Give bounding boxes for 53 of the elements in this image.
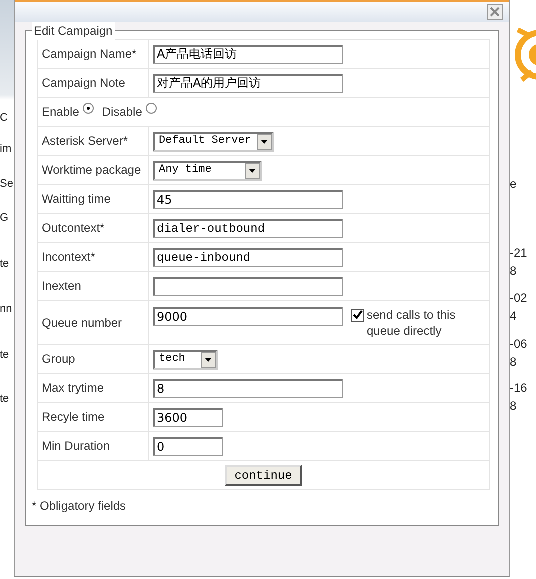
input-field[interactable]: 8 — [153, 378, 343, 398]
background-text: C — [0, 111, 8, 126]
background-text: te — [0, 257, 10, 272]
background-text: -16 — [510, 380, 528, 396]
background-text: G — [0, 211, 9, 226]
footnote-text: * Obligatory fields — [32, 498, 128, 515]
legend-title: Edit Campaign — [32, 22, 115, 40]
field-label: Group — [42, 352, 76, 366]
field-label: Asterisk Server* — [42, 134, 128, 148]
field-label: Worktime package — [42, 163, 142, 177]
background-text: e — [510, 176, 517, 192]
checkbox[interactable] — [351, 308, 364, 322]
background-text: -06 — [510, 336, 528, 352]
input-field[interactable]: queue-inbound — [153, 248, 343, 266]
background-text: -21 — [510, 245, 528, 261]
background-text: 8 — [510, 398, 517, 414]
dropdown[interactable]: tech — [153, 350, 218, 370]
input-field[interactable]: dialer-outbound — [153, 218, 343, 238]
background-text: Se — [0, 177, 14, 192]
radio-button[interactable] — [146, 103, 158, 114]
radio-button[interactable] — [83, 103, 94, 114]
field-label: Campaign Name* — [42, 47, 137, 61]
background-text: -02 — [510, 290, 528, 306]
radio-label: Enable — [42, 105, 80, 119]
background-text: 4 — [510, 308, 517, 324]
input-field[interactable]: 对产品A的用户回访 — [153, 74, 343, 92]
dropdown[interactable]: Default Server — [153, 132, 274, 152]
field-label: Inexten — [42, 279, 82, 293]
field-label: Outcontext* — [42, 221, 105, 235]
input-field[interactable] — [153, 276, 343, 296]
field-label: Queue number — [42, 316, 122, 330]
background-text: te — [0, 348, 10, 363]
close-icon[interactable] — [487, 4, 503, 20]
background-text: 8 — [510, 263, 517, 279]
background-text: 8 — [510, 354, 517, 370]
background-text: im — [0, 142, 12, 157]
field-label: Recyle time — [42, 410, 105, 424]
radio-label: Disable — [102, 105, 142, 119]
field-label: Min Duration — [42, 439, 110, 453]
checkbox-label: send calls to this queue directly — [367, 306, 457, 338]
field-label: Waitting time — [42, 192, 111, 206]
input-field[interactable]: 9000 — [153, 306, 343, 326]
field-label: Campaign Note — [42, 76, 126, 90]
input-field[interactable]: 3600 — [153, 408, 223, 426]
input-field[interactable]: A产品电话回访 — [153, 44, 343, 64]
input-field[interactable]: 0 — [153, 436, 223, 456]
continue-button[interactable]: continue — [224, 464, 302, 486]
background-text: te — [0, 392, 10, 407]
field-label: Max trytime — [42, 381, 104, 395]
background-text: nn — [0, 302, 12, 317]
dropdown[interactable]: Any time — [153, 160, 262, 181]
field-label: Incontext* — [42, 250, 96, 264]
input-field[interactable]: 45 — [153, 190, 343, 208]
